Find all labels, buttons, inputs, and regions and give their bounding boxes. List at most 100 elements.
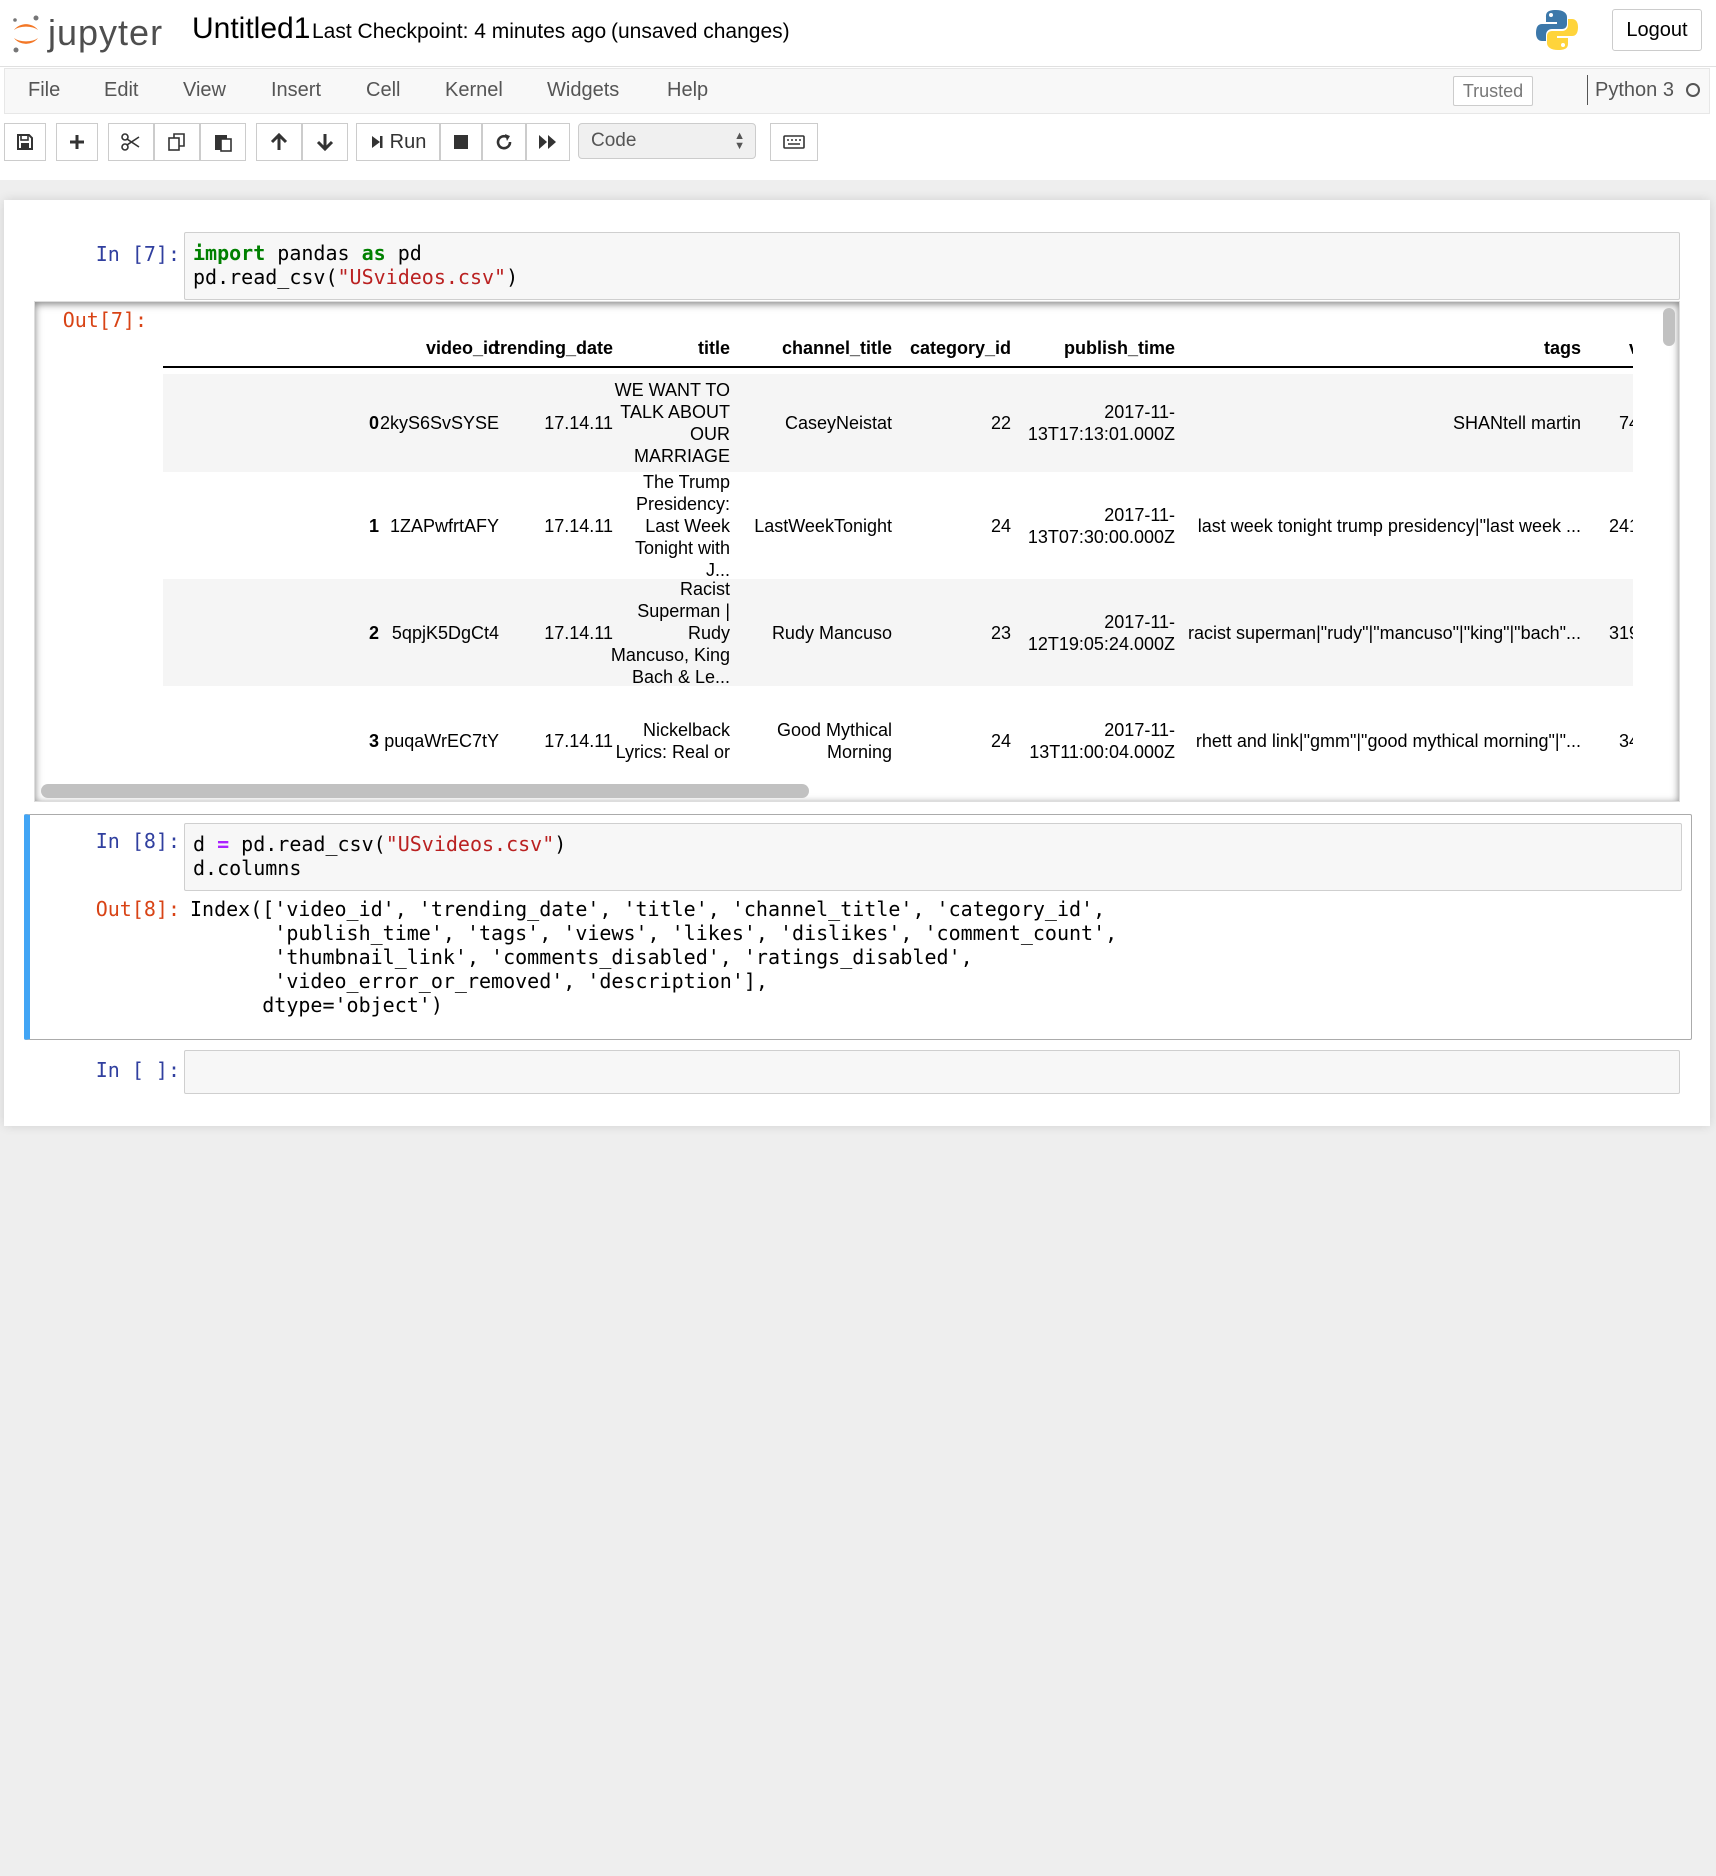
code-editor[interactable]: d = pd.read_csv("USvideos.csv") d.column… [184, 823, 1682, 891]
move-cell-up-button[interactable] [256, 123, 302, 161]
kernel-idle-indicator-icon [1686, 83, 1700, 97]
vertical-scrollbar[interactable] [1661, 306, 1677, 796]
paste-cell-button[interactable] [200, 123, 246, 161]
jupyter-logo-icon [13, 15, 39, 53]
table-cell-channel-title: Rudy Mancuso [772, 622, 892, 644]
arrow-down-icon [316, 134, 334, 152]
table-row: 3 puqaWrEC7tY 17.14.11 Nickelback Lyrics: Re… [163, 686, 1633, 775]
cell-text-line: 24 [990, 516, 1011, 536]
code-line: d.columns [193, 856, 302, 880]
code-line: d = pd.read_csv("USvideos.csv") [193, 832, 566, 856]
cell-text-line: Good Mythical [776, 720, 892, 740]
code-editor[interactable] [184, 1050, 1680, 1094]
command-palette-button[interactable] [770, 123, 818, 161]
code-token: "USvideos.csv" [385, 832, 555, 856]
horizontal-scroll-thumb[interactable] [41, 784, 809, 798]
menu-file[interactable]: File [28, 79, 60, 102]
cell-text-line: 17.14.11 [544, 516, 613, 536]
cell-type-select[interactable]: Code ▲ ▼ [578, 123, 756, 159]
cell-text-line: WE WANT TO [614, 380, 730, 400]
cell-text-line: 34 [1618, 731, 1633, 751]
move-cell-down-button[interactable] [302, 123, 348, 161]
run-label: Run [389, 130, 427, 153]
kernel-name[interactable]: Python 3 [1595, 79, 1674, 102]
table-cell-title: WE WANT TO TALK ABOUT OUR MARRIAGE [615, 379, 730, 467]
save-button[interactable] [4, 123, 46, 161]
table-cell-category-id: 22 [991, 412, 1011, 434]
output-prompt: Out[8]: [95, 897, 180, 921]
cell-text-line: TALK ABOUT [620, 402, 730, 422]
table-cell-video-id: puqaWrEC7tY [384, 730, 499, 752]
jupyter-logo[interactable]: jupyter [10, 8, 163, 58]
cell-text-line: Superman | [637, 601, 730, 621]
cell-text-line: 2 [368, 623, 379, 643]
menu-insert[interactable]: Insert [271, 79, 321, 102]
run-cell-button[interactable]: Run [356, 123, 440, 161]
notebook-container: In [7]: import pandas as pd pd.read_csv(… [4, 200, 1710, 1126]
table-cell-publish-time: 2017-11- 13T17:13:01.000Z [1028, 401, 1175, 445]
table-cell-publish-time: 2017-11- 12T19:05:24.000Z [1028, 611, 1175, 655]
table-row: 0 2kyS6SvSYSE 17.14.11 WE WANT TO TALK ABOUT… [163, 374, 1633, 472]
copy-cell-button[interactable] [154, 123, 200, 161]
menu-help[interactable]: Help [667, 79, 708, 102]
vertical-scroll-thumb[interactable] [1663, 308, 1675, 346]
cell-type-value: Code [591, 130, 637, 151]
cell-text-line: OUR [690, 424, 730, 444]
table-cell-category-id: 24 [991, 515, 1011, 537]
code-token: d [193, 832, 218, 856]
cell-text-line: 17.14.11 [544, 731, 613, 751]
cell-text-line: 1 [368, 516, 379, 536]
menu-view[interactable]: View [183, 79, 226, 102]
paste-icon [215, 135, 232, 152]
code-token: pd.read_csv( [193, 265, 338, 289]
table-cell-tags: racist superman|"rudy"|"mancuso"|"king"|… [1188, 622, 1581, 644]
cut-cell-button[interactable] [108, 123, 154, 161]
horizontal-scrollbar[interactable] [39, 781, 1639, 799]
table-cell-channel-title: LastWeekTonight [754, 515, 892, 537]
code-cell-empty[interactable]: In [ ]: [28, 1048, 1688, 1104]
cell-text-line: 24 [990, 731, 1011, 751]
code-line: pd.read_csv("USvideos.csv") [193, 265, 518, 289]
table-cell-title: The Trump Presidency: Last Week Tonight wit… [635, 471, 730, 581]
input-prompt: In [7]: [95, 242, 180, 266]
table-cell-tags: SHANtell martin [1453, 412, 1581, 434]
cell-text-line: 3 [368, 731, 379, 751]
column-header: video_id [425, 338, 499, 358]
code-cell-8[interactable]: In [8]: d = pd.read_csv("USvideos.csv") … [24, 814, 1692, 1040]
restart-kernel-button[interactable] [482, 123, 526, 161]
table-cell-title: Nickelback Lyrics: Real or [616, 719, 730, 763]
notebook-name[interactable]: Untitled1 [192, 12, 310, 46]
dataframe-output-area[interactable]: Out[7]: video_id trending_date title cha… [34, 301, 1680, 802]
cell-text-line: Nickelback [642, 720, 730, 740]
cell-text-line: puqaWrEC7tY [384, 731, 499, 751]
restart-run-all-button[interactable] [526, 123, 570, 161]
code-editor[interactable]: import pandas as pd pd.read_csv("USvideo… [184, 232, 1680, 300]
column-header: v [1629, 338, 1633, 359]
code-token: "USvideos.csv" [337, 265, 507, 289]
code-token: pandas [265, 241, 362, 265]
cell-text-line: SHANtell martin [1452, 413, 1581, 433]
menu-kernel[interactable]: Kernel [445, 79, 503, 102]
select-arrows-icon: ▲ ▼ [734, 130, 745, 152]
table-cell-video-id: 1ZAPwfrtAFY [390, 515, 499, 537]
table-row: 1 1ZAPwfrtAFY 17.14.11 The Trump Presidency:… [163, 471, 1633, 581]
table-cell-tags: last week tonight trump presidency|"last… [1198, 515, 1581, 537]
menu-cell[interactable]: Cell [366, 79, 400, 102]
logout-button[interactable]: Logout [1612, 9, 1702, 51]
column-header: trending_date [493, 338, 613, 358]
insert-cell-button[interactable] [56, 123, 98, 161]
trusted-indicator[interactable]: Trusted [1453, 76, 1533, 106]
table-cell-trending-date: 17.14.11 [544, 730, 613, 752]
row-index: 2 [369, 622, 379, 644]
menu-edit[interactable]: Edit [104, 79, 138, 102]
cell-text-line: 2017-11- [1104, 402, 1175, 422]
cell-text-line: 2017-11- [1104, 505, 1175, 525]
interrupt-kernel-button[interactable] [440, 123, 482, 161]
unsaved-changes-status: (unsaved changes) [611, 20, 790, 43]
cell-text-line: Tonight with [634, 538, 730, 558]
menu-widgets[interactable]: Widgets [547, 79, 619, 102]
code-token: pd.read_csv( [229, 832, 386, 856]
python-logo-icon [1536, 10, 1578, 50]
cell-text-line: racist superman|"rudy"|"mancuso"|"king"|… [1188, 623, 1581, 643]
cell-text-line: rhett and link|"gmm"|"good mythical morn… [1195, 731, 1581, 751]
